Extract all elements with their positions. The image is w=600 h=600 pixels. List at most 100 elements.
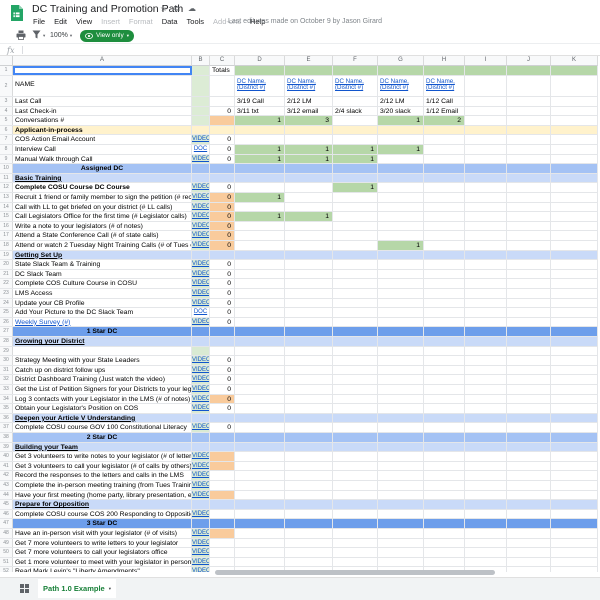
video-link-r12[interactable]: VIDEO — [192, 184, 210, 190]
sheet-tab[interactable]: Path 1.0 Example ▾ — [38, 579, 116, 598]
cell-C27[interactable] — [210, 327, 235, 336]
cell-I17[interactable] — [465, 231, 507, 240]
cell-I44[interactable] — [465, 491, 507, 500]
cell-G1[interactable] — [378, 66, 424, 75]
cell-I50[interactable] — [465, 548, 507, 557]
cell-E46[interactable] — [285, 510, 333, 519]
cell-I7[interactable] — [465, 135, 507, 144]
cell-I37[interactable] — [465, 423, 507, 432]
cell-C2[interactable] — [210, 76, 235, 97]
district-link[interactable]: (District #) — [237, 85, 284, 92]
cell-H32[interactable] — [424, 375, 465, 384]
video-link-r42[interactable]: VIDEO — [192, 472, 210, 478]
zoom-control[interactable]: 100% ▾ — [50, 32, 72, 39]
cell-H14[interactable] — [424, 203, 465, 212]
cell-K40[interactable] — [551, 452, 598, 461]
cell-I28[interactable] — [465, 337, 507, 346]
cell-H8[interactable] — [424, 145, 465, 154]
video-link-r9[interactable]: VIDEO — [192, 156, 210, 162]
cell-J8[interactable] — [507, 145, 551, 154]
cell-G49[interactable] — [378, 539, 424, 548]
cell-I10[interactable] — [465, 164, 507, 173]
cell-H46[interactable] — [424, 510, 465, 519]
cell-E18[interactable] — [285, 241, 333, 250]
row-number-29[interactable]: 29 — [0, 347, 13, 356]
row-number-51[interactable]: 51 — [0, 558, 13, 567]
cell-E17[interactable] — [285, 231, 333, 240]
cell-I6[interactable] — [465, 126, 507, 135]
menu-insert[interactable]: Insert — [101, 17, 120, 28]
cell-B47[interactable] — [192, 519, 210, 528]
cell-J36[interactable] — [507, 414, 551, 423]
cell-B17[interactable]: VIDEO — [192, 231, 210, 240]
cell-D45[interactable] — [235, 500, 285, 509]
cell-A43[interactable]: Complete the in-person meeting training … — [13, 481, 192, 490]
cell-A3[interactable]: Last Call — [13, 97, 192, 106]
cell-G20[interactable] — [378, 260, 424, 269]
cell-B3[interactable] — [192, 97, 210, 106]
cell-G3[interactable]: 2/12 LM — [378, 97, 424, 106]
cell-D3[interactable]: 3/19 Call — [235, 97, 285, 106]
row-number-47[interactable]: 47 — [0, 519, 13, 528]
row-number-2[interactable]: 2 — [0, 76, 13, 97]
cell-A49[interactable]: Get 7 more volunteers to write letters t… — [13, 539, 192, 548]
cell-C17[interactable]: 0 — [210, 231, 235, 240]
cell-F46[interactable] — [333, 510, 378, 519]
cell-E32[interactable] — [285, 375, 333, 384]
cell-J40[interactable] — [507, 452, 551, 461]
cell-F33[interactable] — [333, 385, 378, 394]
col-header-D[interactable]: D — [235, 56, 285, 66]
cell-F13[interactable] — [333, 193, 378, 202]
row-number-15[interactable]: 15 — [0, 212, 13, 221]
cell-E24[interactable] — [285, 299, 333, 308]
cell-J38[interactable] — [507, 433, 551, 442]
cell-G17[interactable] — [378, 231, 424, 240]
cell-H33[interactable] — [424, 385, 465, 394]
cell-A35[interactable]: Obtain your Legislator's Position on COS — [13, 404, 192, 413]
cell-F25[interactable] — [333, 308, 378, 317]
row-number-21[interactable]: 21 — [0, 270, 13, 279]
cell-K20[interactable] — [551, 260, 598, 269]
cell-K45[interactable] — [551, 500, 598, 509]
cell-B44[interactable]: VIDEO — [192, 491, 210, 500]
cell-E39[interactable] — [285, 443, 333, 452]
cell-J14[interactable] — [507, 203, 551, 212]
cell-H29[interactable] — [424, 347, 465, 356]
cell-F48[interactable] — [333, 529, 378, 538]
cell-H13[interactable] — [424, 193, 465, 202]
cell-E8[interactable]: 1 — [285, 145, 333, 154]
cell-B29[interactable] — [192, 347, 210, 356]
cell-H5[interactable]: 2 — [424, 116, 465, 125]
row-number-16[interactable]: 16 — [0, 222, 13, 231]
row-number-45[interactable]: 45 — [0, 500, 13, 509]
cell-H19[interactable] — [424, 251, 465, 260]
cell-D16[interactable] — [235, 222, 285, 231]
row-number-23[interactable]: 23 — [0, 289, 13, 298]
cell-A25[interactable]: Add Your Picture to the DC Slack Team — [13, 308, 192, 317]
video-link-r17[interactable]: VIDEO — [192, 232, 210, 238]
district-link[interactable]: (District #) — [335, 85, 377, 92]
cell-F50[interactable] — [333, 548, 378, 557]
cell-G46[interactable] — [378, 510, 424, 519]
cell-C49[interactable] — [210, 539, 235, 548]
row-number-44[interactable]: 44 — [0, 491, 13, 500]
cell-D29[interactable] — [235, 347, 285, 356]
cell-D43[interactable] — [235, 481, 285, 490]
cell-F8[interactable]: 1 — [333, 145, 378, 154]
cell-J12[interactable] — [507, 183, 551, 192]
printer-icon[interactable] — [16, 30, 26, 40]
cell-D48[interactable] — [235, 529, 285, 538]
row-number-43[interactable]: 43 — [0, 481, 13, 490]
cell-I8[interactable] — [465, 145, 507, 154]
cell-G50[interactable] — [378, 548, 424, 557]
row-number-14[interactable]: 14 — [0, 203, 13, 212]
cell-G47[interactable] — [378, 519, 424, 528]
cell-K1[interactable] — [551, 66, 598, 75]
cell-C22[interactable]: 0 — [210, 279, 235, 288]
cell-F28[interactable] — [333, 337, 378, 346]
cell-A19[interactable]: Getting Set Up — [13, 251, 192, 260]
col-header-A[interactable]: A — [13, 56, 192, 66]
cell-A23[interactable]: LMS Access — [13, 289, 192, 298]
col-header-I[interactable]: I — [465, 56, 507, 66]
cell-I40[interactable] — [465, 452, 507, 461]
